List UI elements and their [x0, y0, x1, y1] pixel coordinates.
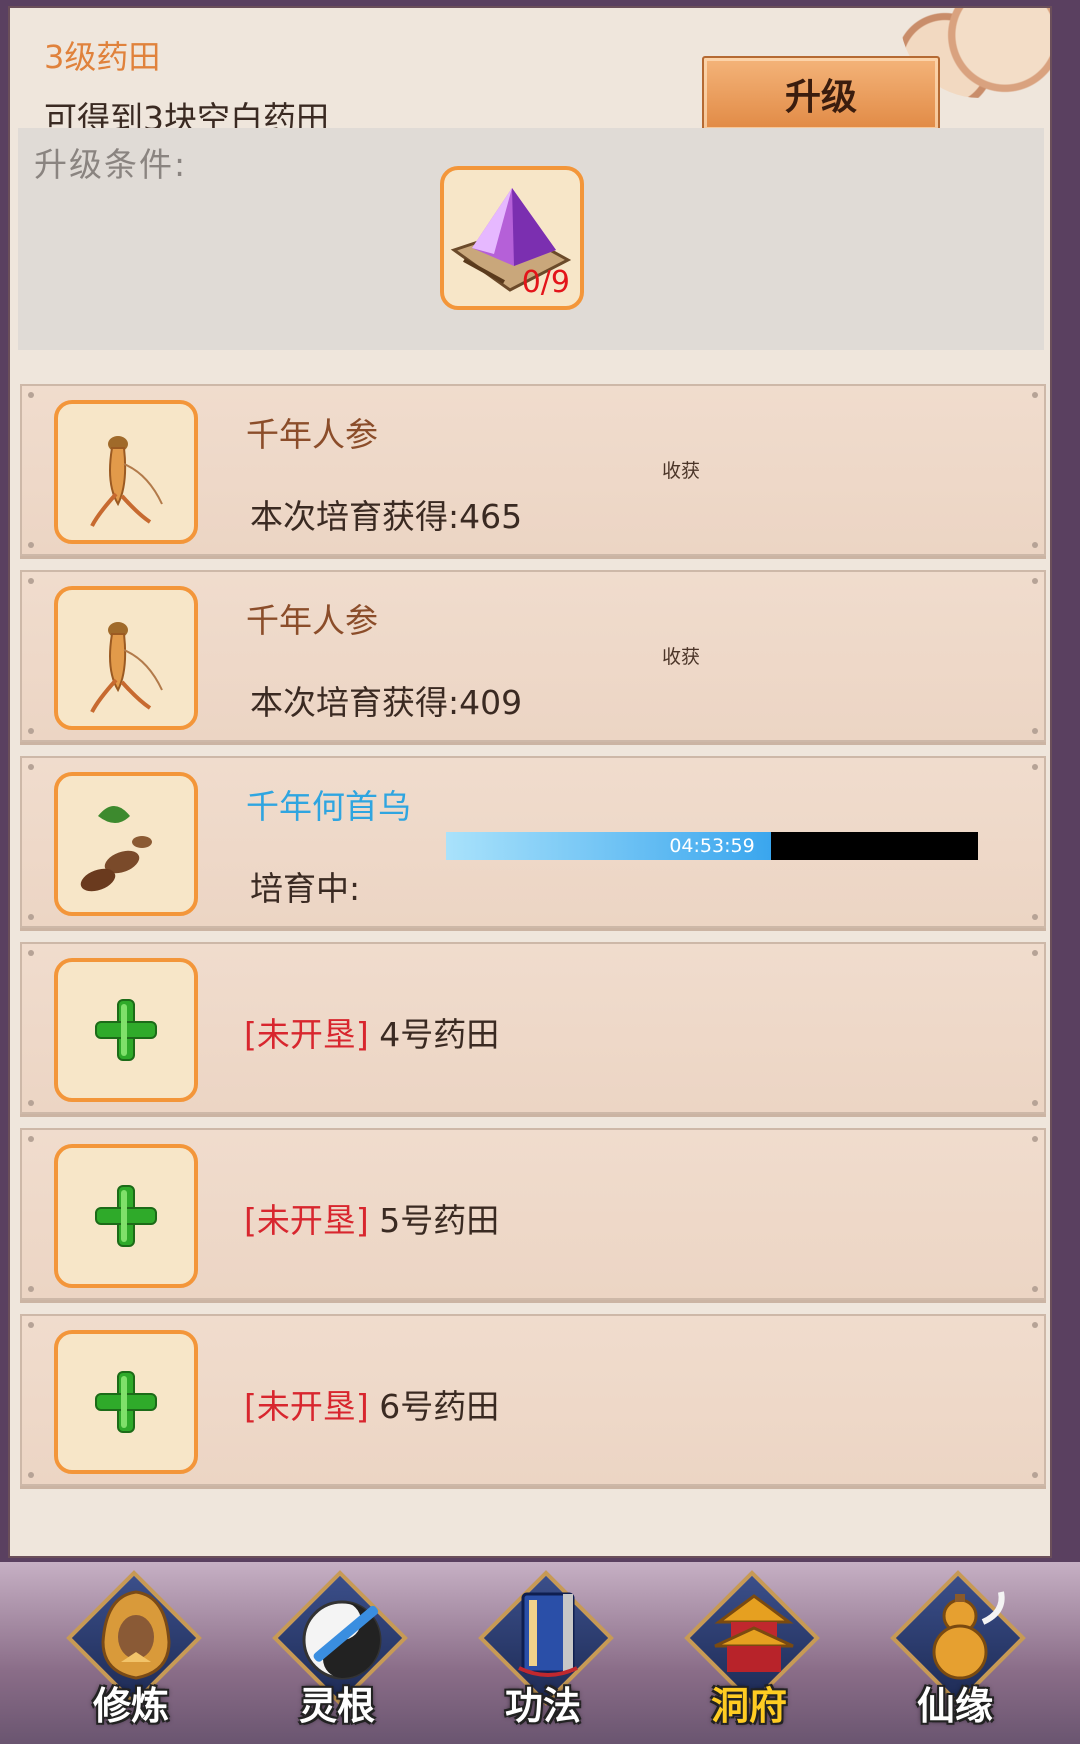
- fleeceflower-root-icon: [80, 806, 152, 892]
- field-level-title: 3级药田: [44, 38, 161, 76]
- nav-label: 灵根: [298, 1684, 375, 1728]
- herb-slot[interactable]: [54, 586, 198, 730]
- growth-timer: 04:53:59: [669, 835, 755, 857]
- herb-field-1: 千年人参 收获 本次培育获得:465: [20, 384, 1046, 556]
- nav-label: 修炼: [92, 1684, 169, 1728]
- herb-slot[interactable]: [54, 400, 198, 544]
- herb-field-2: 千年人参 收获 本次培育获得:409: [20, 570, 1046, 742]
- growing-status: 培育中:: [250, 869, 361, 908]
- add-field-slot[interactable]: [54, 1144, 198, 1288]
- upgrade-button[interactable]: 升级: [702, 56, 940, 132]
- nav-label: 功法: [504, 1684, 581, 1728]
- unopened-field-4[interactable]: [未开垦] 4号药田: [20, 942, 1046, 1114]
- nav-spirit-root[interactable]: 灵根: [262, 1570, 412, 1742]
- ginseng-icon: [90, 436, 163, 527]
- unopened-tag: [未开垦]: [244, 1015, 369, 1054]
- add-field-slot[interactable]: [54, 1330, 198, 1474]
- required-item-slot[interactable]: 0/9: [440, 166, 584, 310]
- plus-icon: [95, 1371, 157, 1433]
- yield-value: 409: [459, 683, 523, 722]
- add-field-slot[interactable]: [54, 958, 198, 1102]
- unopened-field-label: [未开垦] 4号药田: [244, 1008, 499, 1056]
- yield-text: 本次培育获得:465: [250, 490, 522, 538]
- nav-label: 仙缘: [916, 1684, 993, 1728]
- harvest-button[interactable]: 收获: [662, 642, 700, 669]
- plus-icon: [95, 999, 157, 1061]
- field-number: 4号药田: [379, 1015, 500, 1054]
- nav-fate[interactable]: 仙缘: [880, 1570, 1030, 1742]
- herb-field-panel: 3级药田 可得到3块空白药田 升级 升级条件: 0/9 千年人参 收获 本次培育…: [8, 6, 1052, 1558]
- unopened-field-label: [未开垦] 6号药田: [244, 1380, 499, 1428]
- plus-icon: [95, 1185, 157, 1247]
- harvest-button[interactable]: 收获: [662, 456, 700, 483]
- upgrade-conditions: 升级条件: 0/9: [18, 128, 1044, 350]
- yield-value: 465: [459, 497, 523, 536]
- required-item-count: 0/9: [521, 265, 570, 300]
- unopened-field-5[interactable]: [未开垦] 5号药田: [20, 1128, 1046, 1300]
- unopened-tag: [未开垦]: [244, 1201, 369, 1240]
- plant-name: 千年人参: [246, 415, 378, 454]
- field-number: 5号药田: [379, 1201, 500, 1240]
- herb-field-3: 千年何首乌 04:53:59 培育中:: [20, 756, 1046, 928]
- unopened-field-label: [未开垦] 5号药田: [244, 1194, 499, 1242]
- field-number: 6号药田: [379, 1387, 500, 1426]
- ginseng-icon: [90, 622, 163, 713]
- bottom-nav-bar: 修炼 灵根 功法 洞府 仙缘: [0, 1562, 1080, 1744]
- plant-name: 千年何首乌: [246, 787, 411, 826]
- nav-techniques[interactable]: 功法: [468, 1570, 618, 1742]
- conditions-label: 升级条件:: [34, 145, 188, 184]
- nav-cave-dwelling[interactable]: 洞府: [674, 1570, 824, 1742]
- unopened-field-6[interactable]: [未开垦] 6号药田: [20, 1314, 1046, 1486]
- plant-name: 千年人参: [246, 601, 378, 640]
- yield-text: 本次培育获得:409: [250, 676, 522, 724]
- nav-label: 洞府: [710, 1684, 787, 1728]
- unopened-tag: [未开垦]: [244, 1387, 369, 1426]
- nav-cultivate[interactable]: 修炼: [56, 1570, 206, 1742]
- herb-slot[interactable]: [54, 772, 198, 916]
- growth-progress-bar: 04:53:59: [446, 832, 978, 860]
- yield-label: 本次培育获得:: [250, 497, 460, 536]
- yield-label: 本次培育获得:: [250, 683, 460, 722]
